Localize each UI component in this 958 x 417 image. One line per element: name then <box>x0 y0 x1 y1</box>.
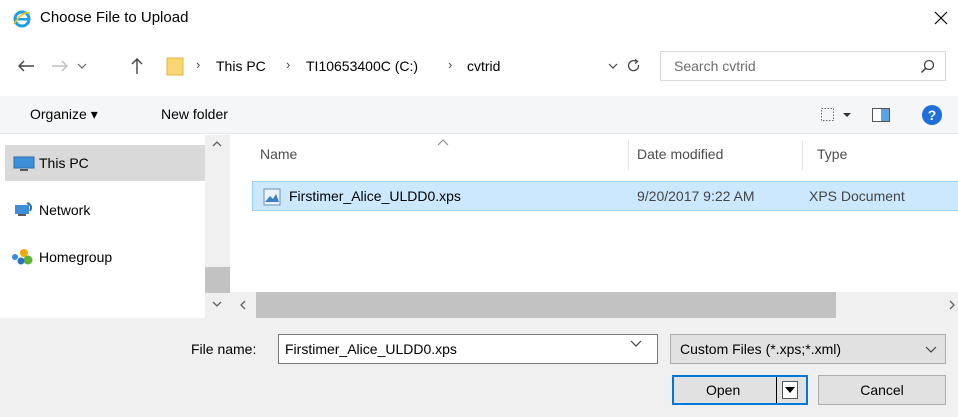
back-button[interactable] <box>14 54 38 78</box>
command-toolbar: Organize ▾ New folder ? <box>0 96 958 134</box>
split-divider <box>776 377 777 403</box>
help-icon: ? <box>922 105 942 125</box>
scroll-right-icon[interactable] <box>949 300 955 310</box>
sort-ascending-icon <box>437 139 449 146</box>
new-folder-button[interactable]: New folder <box>161 106 228 122</box>
chevron-down-icon <box>608 63 618 69</box>
scroll-thumb[interactable] <box>205 267 230 293</box>
breadcrumb-separator: › <box>448 57 453 72</box>
ie-icon <box>12 9 32 29</box>
navigation-pane: This PC Network Homegroup <box>0 135 230 318</box>
scroll-left-icon[interactable] <box>240 300 246 310</box>
file-name-field[interactable] <box>278 334 658 364</box>
open-button[interactable]: Open <box>672 375 808 405</box>
up-arrow-icon <box>131 58 143 74</box>
breadcrumb-drive-c[interactable]: TI10653400C (C:) <box>306 58 418 74</box>
address-history-button[interactable] <box>605 58 621 74</box>
table-row[interactable]: Firstimer_Alice_ULDD0.xps 9/20/2017 9:22… <box>252 181 958 211</box>
file-type-cell: XPS Document <box>809 188 905 204</box>
forward-arrow-icon <box>52 60 68 72</box>
scroll-thumb[interactable] <box>256 292 836 318</box>
recent-locations-button[interactable] <box>74 56 90 76</box>
chevron-down-icon <box>630 340 642 347</box>
search-input[interactable]: Search cvtrid <box>660 51 946 81</box>
organize-button[interactable]: Organize ▾ <box>30 106 98 123</box>
scroll-down-icon[interactable] <box>212 301 222 307</box>
breadcrumb-separator: › <box>286 57 291 72</box>
back-arrow-icon <box>18 60 34 72</box>
nav-item-label: This PC <box>39 155 89 171</box>
open-options-dropdown[interactable] <box>782 381 798 399</box>
up-button[interactable] <box>126 53 148 79</box>
column-divider <box>628 140 629 170</box>
chevron-down-icon <box>925 346 937 354</box>
column-header-type[interactable]: Type <box>817 146 847 162</box>
file-dialog-footer: File name: Custom Files (*.xps;*.xml) Op… <box>0 318 958 417</box>
svg-text:?: ? <box>928 107 937 123</box>
caret-down-icon <box>785 387 795 393</box>
nav-item-network[interactable]: Network <box>5 192 205 228</box>
chevron-down-icon <box>77 63 87 69</box>
preview-pane-icon <box>872 108 890 122</box>
search-icon <box>920 59 935 74</box>
column-divider <box>802 140 803 170</box>
column-header-name[interactable]: Name <box>260 146 297 162</box>
title-bar: Choose File to Upload <box>0 0 958 36</box>
help-button[interactable]: ? <box>920 103 944 127</box>
file-type-filter-value: Custom Files (*.xps;*.xml) <box>680 341 842 357</box>
file-list: Name Date modified Type Firstimer_Alice_… <box>230 135 958 318</box>
window-title: Choose File to Upload <box>40 9 189 26</box>
file-date-cell: 9/20/2017 9:22 AM <box>637 188 755 204</box>
open-button-label: Open <box>706 382 741 398</box>
view-list-icon <box>821 108 851 121</box>
computer-icon <box>13 156 35 172</box>
column-header-date-modified[interactable]: Date modified <box>637 146 723 162</box>
breadcrumb-cvtrid[interactable]: cvtrid <box>467 58 500 74</box>
file-name-label: File name: <box>191 341 257 357</box>
file-list-scrollbar[interactable] <box>230 292 958 318</box>
nav-item-homegroup[interactable]: Homegroup <box>5 239 205 275</box>
view-options-button[interactable] <box>820 105 856 125</box>
homegroup-icon <box>11 248 35 266</box>
search-placeholder: Search cvtrid <box>674 58 756 74</box>
preview-pane-button[interactable] <box>870 105 892 125</box>
breadcrumb-this-pc[interactable]: This PC <box>216 58 266 74</box>
file-type-filter[interactable]: Custom Files (*.xps;*.xml) <box>670 334 946 364</box>
scroll-up-icon[interactable] <box>212 141 222 147</box>
nav-item-label: Homegroup <box>39 249 113 265</box>
network-icon <box>13 202 35 218</box>
nav-item-label: Network <box>39 202 91 218</box>
cancel-button[interactable]: Cancel <box>818 375 946 405</box>
refresh-button[interactable] <box>625 57 643 75</box>
folder-icon <box>166 56 184 76</box>
address-bar[interactable]: › This PC › TI10653400C (C:) › cvtrid <box>160 51 648 81</box>
navigation-scrollbar[interactable] <box>205 135 230 318</box>
file-name-dropdown[interactable] <box>630 340 642 348</box>
xps-file-icon <box>263 188 281 206</box>
file-name-cell: Firstimer_Alice_ULDD0.xps <box>289 188 461 204</box>
close-icon <box>934 11 948 25</box>
nav-item-this-pc[interactable]: This PC <box>5 145 205 181</box>
close-button[interactable] <box>928 6 954 30</box>
refresh-icon <box>627 59 640 72</box>
breadcrumb-separator: › <box>196 57 201 72</box>
forward-button[interactable] <box>48 54 72 78</box>
